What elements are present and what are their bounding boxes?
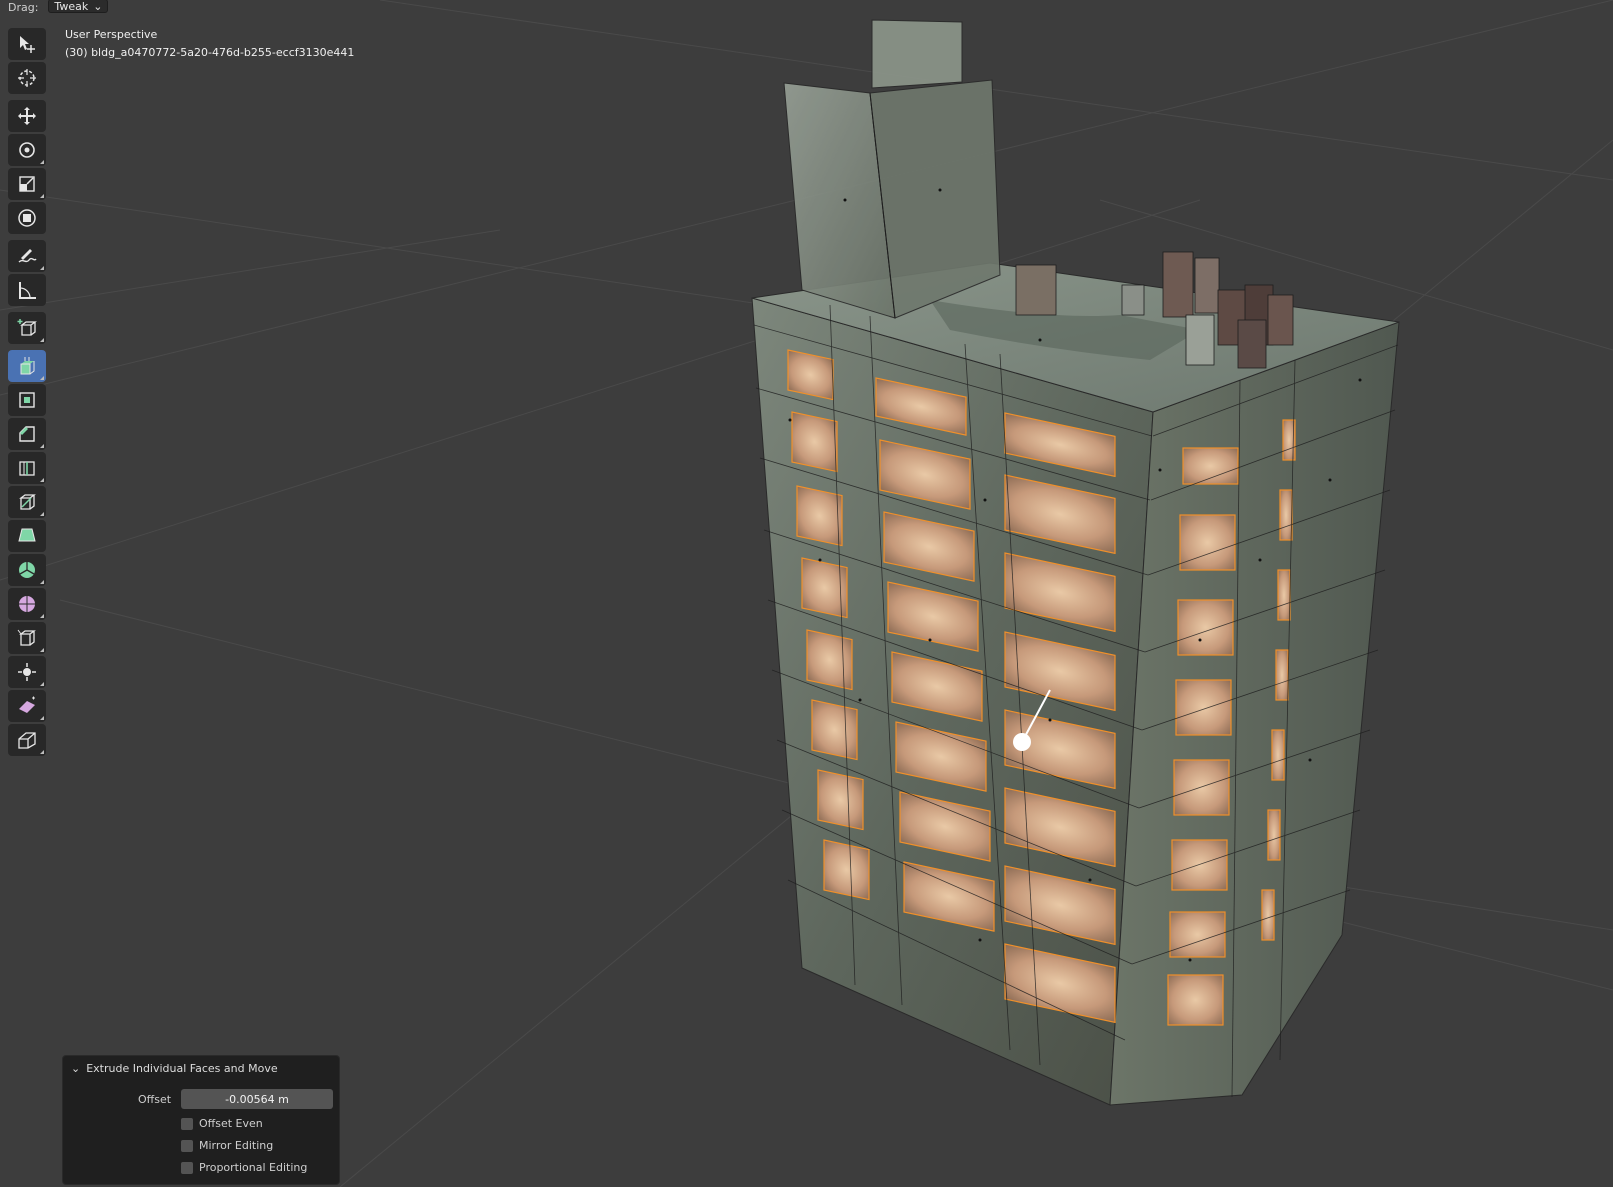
shear-icon <box>19 696 35 713</box>
operator-panel[interactable]: ⌄ Extrude Individual Faces and Move Offs… <box>62 1055 340 1185</box>
tool-inset-faces[interactable] <box>8 384 46 416</box>
tool-select-box[interactable] <box>8 28 46 60</box>
annotate-icon <box>18 249 37 263</box>
roof-tower <box>783 19 1001 319</box>
object-name: (30) bldg_a0470772-5a20-476d-b255-eccf31… <box>65 46 355 59</box>
tool-knife[interactable] <box>8 486 46 518</box>
bevel-icon <box>19 426 35 442</box>
checkbox-box[interactable] <box>181 1161 193 1174</box>
drag-label: Drag: <box>8 0 39 14</box>
checkbox-box[interactable] <box>181 1117 193 1130</box>
inset-faces-icon <box>19 392 35 408</box>
mirror-editing-checkbox[interactable]: Mirror Editing <box>181 1139 273 1152</box>
transform-icon <box>18 209 36 227</box>
offset-even-checkbox[interactable]: Offset Even <box>181 1117 263 1130</box>
move-icon <box>18 107 36 125</box>
chevron-down-icon: ⌄ <box>71 1062 81 1075</box>
drag-row: Drag: Tweak ⌄ <box>0 0 109 14</box>
proportional-editing-label: Proportional Editing <box>199 1161 308 1174</box>
proportional-editing-checkbox[interactable]: Proportional Editing <box>181 1161 307 1174</box>
chevron-down-icon: ⌄ <box>93 0 103 13</box>
checkbox-box[interactable] <box>181 1139 193 1152</box>
spin-icon <box>19 562 35 578</box>
drag-dropdown[interactable]: Tweak ⌄ <box>48 0 109 13</box>
operator-panel-header[interactable]: ⌄ Extrude Individual Faces and Move <box>71 1062 278 1075</box>
rip-region-icon <box>18 732 36 749</box>
add-cube-icon <box>17 319 37 336</box>
view-name: User Perspective <box>65 28 158 41</box>
scale-icon <box>19 176 35 192</box>
measure-icon <box>19 282 36 299</box>
tool-transform[interactable] <box>8 202 46 234</box>
viewport-scene <box>0 0 1613 1187</box>
tool-move[interactable] <box>8 100 46 132</box>
tool-add-cube[interactable] <box>8 312 46 344</box>
gizmo-handle <box>1013 733 1031 751</box>
loop-cut-icon <box>19 461 35 476</box>
tool-measure[interactable] <box>8 274 46 306</box>
drag-value: Tweak <box>54 0 89 13</box>
tool-scale[interactable] <box>8 168 46 200</box>
tool-extrude-region[interactable] <box>8 350 46 382</box>
cursor-icon <box>18 69 36 87</box>
building-mesh <box>751 19 1400 1106</box>
tool-loop-cut[interactable] <box>8 452 46 484</box>
offset-label: Offset <box>138 1093 172 1106</box>
knife-icon <box>19 494 36 510</box>
extrude-region-icon <box>20 357 35 375</box>
view-info: User Perspective (30) bldg_a0470772-5a20… <box>65 26 354 62</box>
tool-cursor[interactable] <box>8 62 46 94</box>
rotate-icon <box>19 142 35 158</box>
tool-annotate[interactable] <box>8 240 46 272</box>
smooth-icon <box>19 596 35 612</box>
select-box-icon <box>20 36 35 53</box>
operator-title: Extrude Individual Faces and Move <box>86 1062 278 1075</box>
tool-shear[interactable] <box>8 690 46 722</box>
tool-rip-region[interactable] <box>8 724 46 756</box>
offset-field[interactable]: -0.00564 m <box>181 1089 333 1109</box>
tool-spin[interactable] <box>8 554 46 586</box>
edge-slide-icon <box>17 629 36 646</box>
tool-poly-build[interactable] <box>8 520 46 552</box>
poly-build-icon <box>18 528 36 542</box>
mirror-editing-label: Mirror Editing <box>199 1139 274 1152</box>
offset-even-label: Offset Even <box>199 1117 263 1130</box>
3d-viewport[interactable] <box>0 0 1613 1187</box>
tool-bevel[interactable] <box>8 418 46 450</box>
tool-edge-slide[interactable] <box>8 622 46 654</box>
tool-smooth[interactable] <box>8 588 46 620</box>
tool-shrink-fatten[interactable] <box>8 656 46 688</box>
shrink-fatten-icon <box>18 663 36 681</box>
tool-rotate[interactable] <box>8 134 46 166</box>
